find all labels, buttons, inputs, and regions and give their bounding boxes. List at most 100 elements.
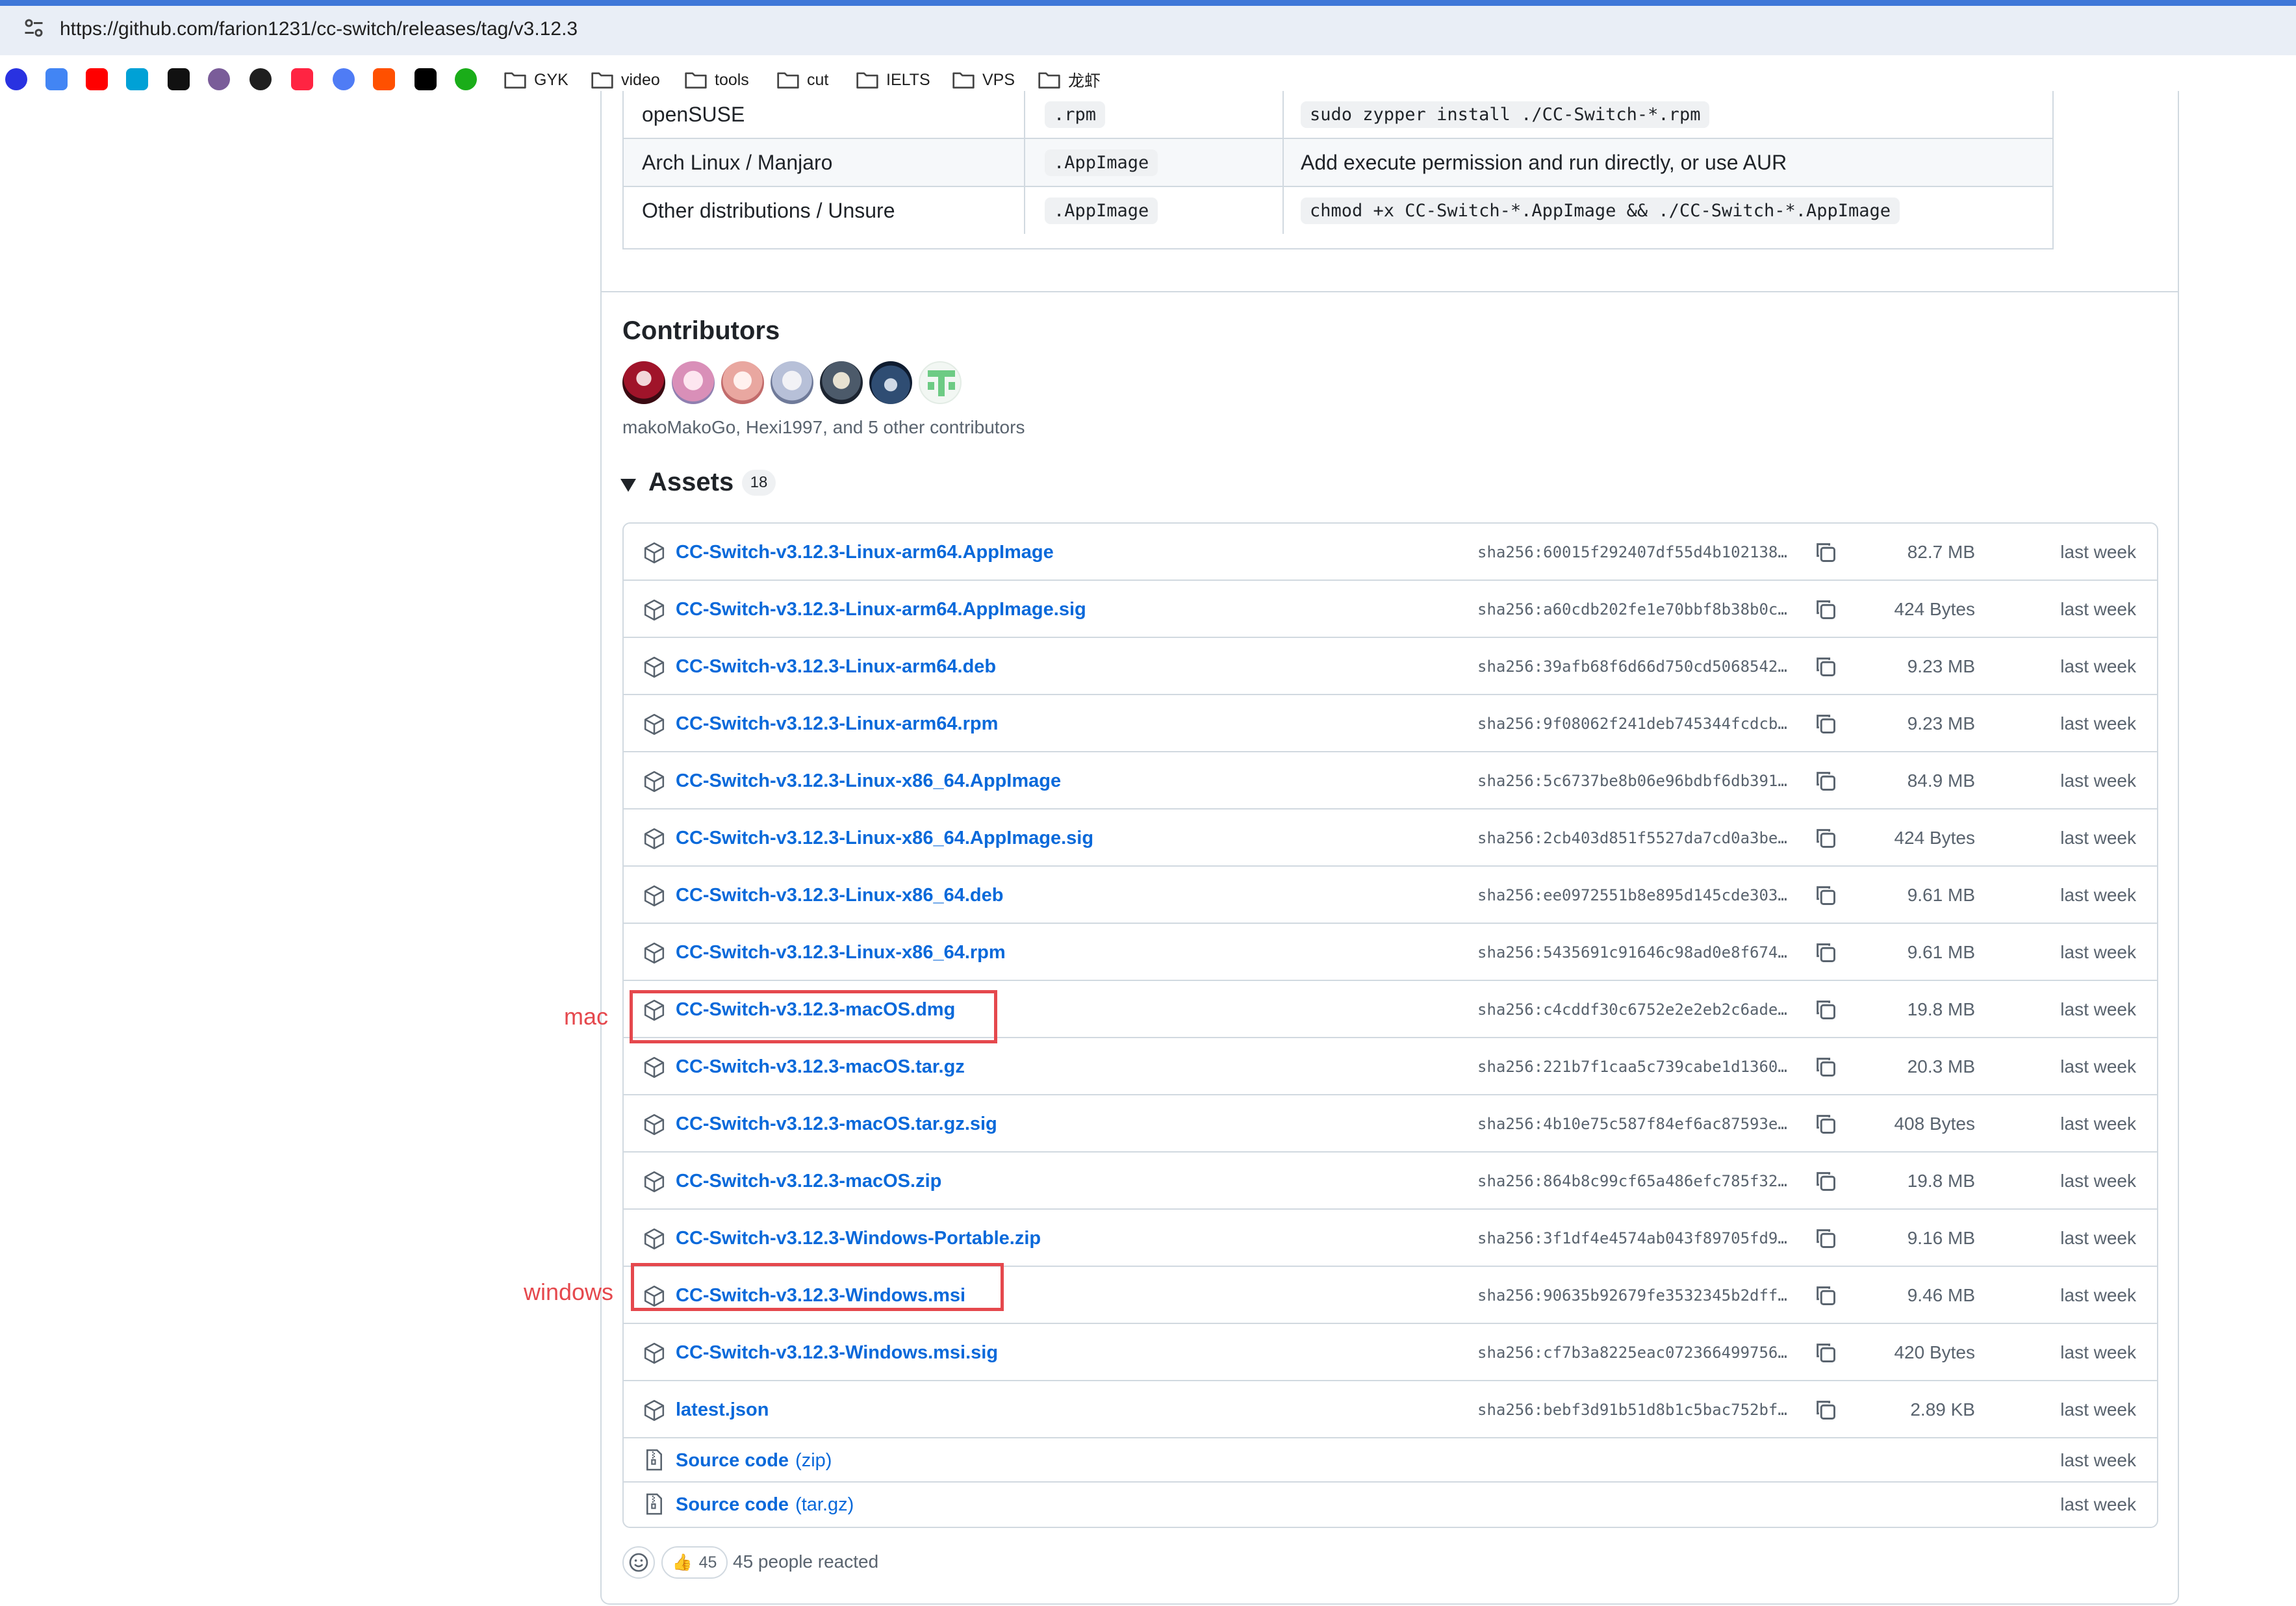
install-distro: openSUSE <box>642 102 745 126</box>
package-icon <box>643 771 665 793</box>
package-icon <box>643 828 665 850</box>
asset-date: last week <box>2060 1171 2136 1191</box>
copy-icon[interactable] <box>1814 998 1837 1021</box>
asset-download-link[interactable]: CC-Switch-v3.12.3-macOS.tar.gz <box>676 1038 965 1095</box>
asset-download-link[interactable]: CC-Switch-v3.12.3-Linux-arm64.AppImage.s… <box>676 581 1086 638</box>
contributor-avatar[interactable] <box>672 361 715 404</box>
url-text[interactable]: https://github.com/farion1231/cc-switch/… <box>60 18 578 40</box>
copy-icon[interactable] <box>1814 1341 1837 1364</box>
install-table: openSUSE .rpm sudo zypper install ./CC-S… <box>622 91 2054 249</box>
asset-sha256: sha256:3f1df4e4574ab043f89705fd9… <box>1477 1229 1787 1247</box>
asset-date: last week <box>2060 1399 2136 1420</box>
bookmark-tiktok-icon[interactable] <box>168 68 190 90</box>
folder-icon <box>1038 72 1060 89</box>
source-code-row: Source code (tar.gz) last week <box>624 1483 2157 1527</box>
asset-download-link[interactable]: CC-Switch-v3.12.3-Linux-arm64.rpm <box>676 695 998 752</box>
asset-download-link[interactable]: CC-Switch-v3.12.3-Linux-x86_64.AppImage.… <box>676 809 1093 867</box>
bookmark-folder[interactable]: tools <box>685 67 749 93</box>
site-settings-icon[interactable] <box>22 16 45 40</box>
package-icon <box>643 885 665 907</box>
asset-download-link[interactable]: CC-Switch-v3.12.3-Windows.msi.sig <box>676 1324 998 1381</box>
asset-download-link[interactable]: latest.json <box>676 1381 769 1438</box>
package-icon <box>643 1399 665 1421</box>
install-format: .AppImage <box>1045 197 1158 224</box>
package-icon <box>643 713 665 735</box>
bookmark-recycle-icon[interactable] <box>455 68 477 90</box>
asset-date: last week <box>2060 1228 2136 1248</box>
source-code-link[interactable]: Source code (tar.gz) <box>676 1483 854 1527</box>
bookmark-gemini-icon[interactable] <box>333 68 355 90</box>
source-code-label: Source code <box>676 1494 789 1515</box>
copy-icon[interactable] <box>1814 655 1837 678</box>
copy-icon[interactable] <box>1814 1055 1837 1078</box>
bookmark-taobao-icon[interactable] <box>373 68 395 90</box>
copy-icon[interactable] <box>1814 712 1837 735</box>
copy-icon[interactable] <box>1814 826 1837 850</box>
bookmark-folder-label: cut <box>807 70 829 89</box>
contributor-avatar[interactable] <box>771 361 813 404</box>
asset-download-link[interactable]: CC-Switch-v3.12.3-Windows-Portable.zip <box>676 1210 1041 1267</box>
asset-download-link[interactable]: CC-Switch-v3.12.3-Linux-x86_64.rpm <box>676 924 1006 981</box>
bookmark-bilibili-icon[interactable] <box>126 68 148 90</box>
copy-icon[interactable] <box>1814 541 1837 564</box>
thumbs-up-reaction-button[interactable]: 👍 45 <box>661 1546 728 1579</box>
assets-heading[interactable]: Assets <box>648 468 733 497</box>
bookmark-folder-label: GYK <box>534 70 568 89</box>
contributors-summary: makoMakoGo, Hexi1997, and 5 other contri… <box>622 417 1025 437</box>
asset-date: last week <box>2060 713 2136 733</box>
file-zip-icon <box>644 1449 664 1472</box>
bookmark-folder[interactable]: video <box>591 67 660 93</box>
bookmark-openai-icon[interactable] <box>249 68 272 90</box>
package-icon <box>643 1114 665 1136</box>
contributor-avatar[interactable] <box>919 361 962 404</box>
asset-date: last week <box>2060 1056 2136 1077</box>
copy-icon[interactable] <box>1814 1169 1837 1193</box>
asset-size: 2.89 KB <box>1910 1399 1975 1420</box>
asset-date: last week <box>2060 1114 2136 1134</box>
folder-icon <box>504 72 526 89</box>
bookmark-youtube-icon[interactable] <box>86 68 108 90</box>
bookmark-translate-icon[interactable] <box>45 68 68 90</box>
asset-size: 9.23 MB <box>1907 656 1975 676</box>
asset-download-link[interactable]: CC-Switch-v3.12.3-Linux-x86_64.deb <box>676 867 1003 924</box>
bookmark-folder[interactable]: GYK <box>504 67 568 93</box>
copy-icon[interactable] <box>1814 941 1837 964</box>
asset-download-link[interactable]: CC-Switch-v3.12.3-macOS.tar.gz.sig <box>676 1095 997 1153</box>
contributor-avatar[interactable] <box>622 361 665 404</box>
asset-download-link[interactable]: CC-Switch-v3.12.3-Linux-arm64.deb <box>676 638 996 695</box>
copy-icon[interactable] <box>1814 1284 1837 1307</box>
bookmark-folder[interactable]: VPS <box>952 67 1015 93</box>
bookmark-folder[interactable]: IELTS <box>856 67 930 93</box>
copy-icon[interactable] <box>1814 1398 1837 1421</box>
thumbs-up-count: 45 <box>698 1553 717 1572</box>
asset-size: 19.8 MB <box>1907 999 1975 1019</box>
install-row-arch: Arch Linux / Manjaro .AppImage Add execu… <box>624 138 2052 186</box>
asset-row: CC-Switch-v3.12.3-Windows-Portable.zip sh… <box>624 1210 2157 1267</box>
copy-icon[interactable] <box>1814 884 1837 907</box>
copy-icon[interactable] <box>1814 1227 1837 1250</box>
install-method-cell: sudo zypper install ./CC-Switch-*.rpm <box>1282 91 2052 138</box>
bookmark-xiaohongshu-icon[interactable] <box>291 68 313 90</box>
contributor-avatar[interactable] <box>820 361 863 404</box>
package-icon <box>643 1342 665 1364</box>
bookmark-x-icon[interactable] <box>415 68 437 90</box>
bookmark-folder[interactable]: cut <box>777 67 828 93</box>
copy-icon[interactable] <box>1814 598 1837 621</box>
caret-down-icon[interactable] <box>620 479 636 492</box>
asset-download-link[interactable]: CC-Switch-v3.12.3-Linux-arm64.AppImage <box>676 524 1054 581</box>
add-reaction-button[interactable] <box>622 1546 655 1579</box>
contributor-avatar[interactable] <box>721 361 764 404</box>
asset-row: CC-Switch-v3.12.3-Linux-arm64.AppImage.s… <box>624 581 2157 638</box>
bookmark-folder[interactable]: 龙虾 <box>1038 67 1101 93</box>
asset-size: 9.16 MB <box>1907 1228 1975 1248</box>
asset-download-link[interactable]: CC-Switch-v3.12.3-Linux-x86_64.AppImage <box>676 752 1061 809</box>
copy-icon[interactable] <box>1814 769 1837 793</box>
bookmark-avatar-site-icon[interactable] <box>208 68 230 90</box>
asset-download-link[interactable]: CC-Switch-v3.12.3-macOS.zip <box>676 1153 941 1210</box>
copy-icon[interactable] <box>1814 1112 1837 1136</box>
contributor-avatar[interactable] <box>869 361 912 404</box>
asset-sha256: sha256:9f08062f241deb745344fcdcb… <box>1477 715 1787 733</box>
source-code-link[interactable]: Source code (zip) <box>676 1438 832 1483</box>
bookmark-baidu-icon[interactable] <box>5 68 27 90</box>
asset-date: last week <box>2060 942 2136 962</box>
